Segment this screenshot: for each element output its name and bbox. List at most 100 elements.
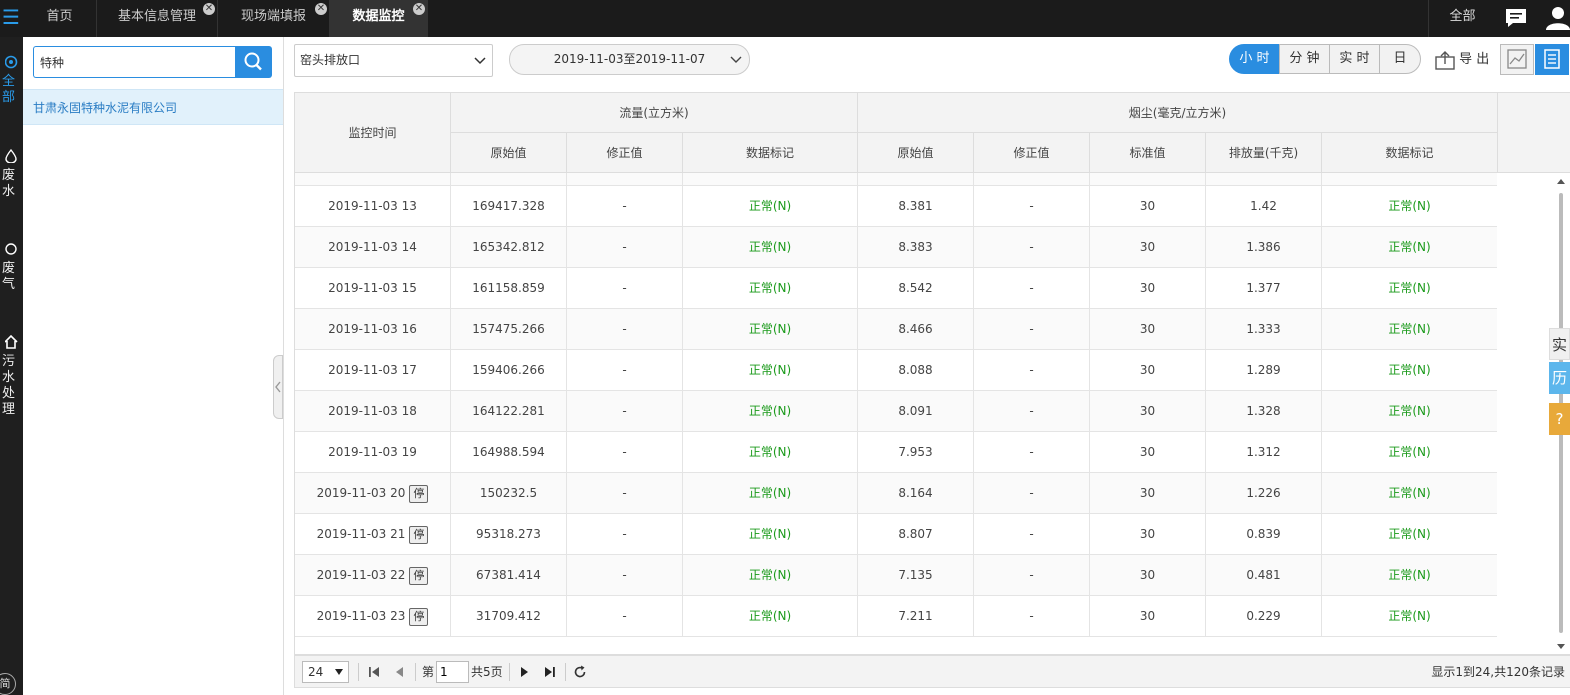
cell-text: - <box>1029 404 1034 418</box>
col-dust-fixed[interactable]: 修正值 <box>974 133 1090 173</box>
last-page-icon[interactable] <box>541 663 559 681</box>
cell-text: 150232.5 <box>479 486 538 500</box>
table-row[interactable]: 2019-11-03 23 停 31709.412 - 正常(N) 7.211 - 30 0.2… <box>295 596 1497 637</box>
tab-home[interactable]: 首页 <box>23 0 97 37</box>
cell-flow-flag: 正常(N) <box>683 309 858 349</box>
table-row[interactable]: 2019-11-03 19 164988.594 - 正常(N) 7.953 - 30 1.3… <box>295 432 1497 473</box>
cell-emission: 1.226 <box>1206 473 1322 513</box>
table-row[interactable]: 2019-11-03 22 停 67381.414 - 正常(N) 7.135 - 30 0.4… <box>295 555 1497 596</box>
nav-item-sewage[interactable]: 污 水 处 理 <box>0 334 23 418</box>
cell-dust-fix: - <box>974 514 1090 554</box>
table-row[interactable]: 2019-11-03 14 165342.812 - 正常(N) 8.383 - 30 1.3… <box>295 227 1497 268</box>
cell-flow-flag: 正常(N) <box>683 596 858 636</box>
refresh-icon[interactable] <box>571 663 589 681</box>
all-menu-button[interactable]: 全部 <box>1428 0 1496 37</box>
interval-day-button[interactable]: 日 <box>1379 44 1421 74</box>
cell-flow-raw: 95318.273 <box>451 514 567 554</box>
next-page-icon[interactable] <box>515 663 533 681</box>
float-tab-realtime[interactable]: 实 <box>1549 328 1570 360</box>
chart-view-button[interactable] <box>1500 44 1534 75</box>
cell-text: 31709.412 <box>476 609 541 623</box>
outlet-select[interactable]: 窑头排放口 <box>294 44 493 77</box>
table-row[interactable]: 2019-11-03 16 157475.266 - 正常(N) 8.466 - 30 1.3… <box>295 309 1497 350</box>
tree-item-enterprise[interactable]: 甘肃永固特种水泥有限公司 <box>23 89 283 125</box>
date-range-picker[interactable]: 2019-11-03至2019-11-07 <box>509 44 750 75</box>
cell-text: 正常(N) <box>748 568 792 582</box>
cell-text: 正常(N) <box>748 445 792 459</box>
simplified-toggle[interactable]: 简 <box>0 673 16 695</box>
col-dust-flag[interactable]: 数据标记 <box>1322 133 1498 173</box>
cell-text: 8.164 <box>898 486 933 500</box>
sidebar-collapse-handle[interactable] <box>273 355 283 419</box>
cell-text: - <box>1029 240 1034 254</box>
nav-item-all[interactable]: 全 部 <box>0 55 23 106</box>
close-icon[interactable]: ✕ <box>413 3 425 15</box>
cell-text: 正常(N) <box>748 322 792 336</box>
user-icon[interactable] <box>1546 6 1570 30</box>
table-row[interactable]: 2019-11-03 17 159406.266 - 正常(N) 8.088 - 30 1.2… <box>295 350 1497 391</box>
col-flow-flag[interactable]: 数据标记 <box>683 133 858 173</box>
cell-text: 30 <box>1139 568 1156 582</box>
col-dust-emission[interactable]: 排放量(千克) <box>1206 133 1322 173</box>
table-row[interactable]: 2019-11-03 21 停 95318.273 - 正常(N) 8.807 - 30 0.8… <box>295 514 1497 555</box>
cell-dust-raw: 8.381 <box>858 186 974 226</box>
page-size-select[interactable]: 24 <box>302 661 349 683</box>
hamburger-icon[interactable]: ☰ <box>0 0 22 37</box>
first-page-icon[interactable] <box>365 663 383 681</box>
cell-text: 0.481 <box>1246 568 1281 582</box>
cell-text: 正常(N) <box>1388 240 1431 254</box>
cell-dust-flag: 正常(N) <box>1322 473 1497 513</box>
cell-dust-flag: 正常(N) <box>1322 596 1497 636</box>
scroll-up-icon[interactable] <box>1556 177 1566 187</box>
module-nav: 全 部 废 水 废 气 污 水 处 理 简 <box>0 37 23 695</box>
table-row[interactable]: 2019-11-03 20 停 150232.5 - 正常(N) 8.164 - 30 1.22… <box>295 473 1497 514</box>
tab-label: 首页 <box>46 9 73 24</box>
tab-basic-info[interactable]: 基本信息管理 ✕ <box>97 0 218 37</box>
cell-flow-fix: - <box>567 555 683 595</box>
search-button[interactable] <box>235 46 272 78</box>
close-icon[interactable]: ✕ <box>315 3 327 15</box>
cell-text: 正常(N) <box>748 199 792 213</box>
nav-item-wastewater[interactable]: 废 水 <box>0 148 23 200</box>
cell-text: 2019-11-03 22 <box>316 568 406 582</box>
cell-text: - <box>622 486 627 500</box>
line-chart-icon <box>1507 49 1527 69</box>
interval-minute-button[interactable]: 分 钟 <box>1279 44 1330 74</box>
target-icon <box>4 55 17 69</box>
tab-field-report[interactable]: 现场端填报 ✕ <box>218 0 330 37</box>
cell-text: 30 <box>1139 404 1156 418</box>
tab-data-monitor[interactable]: 数据监控 ✕ <box>330 0 428 37</box>
export-button[interactable]: 导 出 <box>1435 46 1493 74</box>
col-dust-standard[interactable]: 标准值 <box>1090 133 1206 173</box>
cell-dust-fix: - <box>974 227 1090 267</box>
cell-text: 8.088 <box>898 363 933 377</box>
close-icon[interactable]: ✕ <box>203 3 215 15</box>
prev-page-icon[interactable] <box>391 663 409 681</box>
enterprise-search-input[interactable] <box>33 46 236 78</box>
cell-text: - <box>1029 527 1034 541</box>
scroll-down-icon[interactable] <box>1556 641 1566 651</box>
table-row[interactable]: 2019-11-03 15 161158.859 - 正常(N) 8.542 - 30 1.3… <box>295 268 1497 309</box>
float-tab-history[interactable]: 历 <box>1549 362 1570 394</box>
table-view-button[interactable] <box>1535 44 1569 75</box>
col-monitor-time[interactable]: 监控时间 <box>295 93 451 173</box>
nav-item-waste-gas[interactable]: 废 气 <box>0 242 23 293</box>
tab-label: 基本信息管理 <box>117 9 196 24</box>
cell-text: 1.226 <box>1246 486 1281 500</box>
cell-text: - <box>622 363 627 377</box>
table-row[interactable]: 2019-11-03 18 164122.281 - 正常(N) 8.091 - 30 1.3… <box>295 391 1497 432</box>
cell-flow-raw: 164122.281 <box>451 391 567 431</box>
col-dust-raw[interactable]: 原始值 <box>858 133 974 173</box>
interval-hour-button[interactable]: 小 时 <box>1229 44 1280 74</box>
cloud-icon <box>4 243 17 255</box>
col-flow-fixed[interactable]: 修正值 <box>567 133 683 173</box>
cell-text: 2019-11-03 19 <box>328 445 417 459</box>
table-row[interactable]: 2019-11-03 12177823.453-正常(N)8.384-301.4… <box>295 173 1497 186</box>
table-row[interactable]: 2019-11-03 13 169417.328 - 正常(N) 8.381 - 30 1.4… <box>295 186 1497 227</box>
help-icon[interactable]: ? <box>1549 403 1570 435</box>
col-flow-raw[interactable]: 原始值 <box>451 133 567 173</box>
interval-realtime-button[interactable]: 实 时 <box>1329 44 1380 74</box>
message-icon[interactable] <box>1505 8 1527 28</box>
cell-emission: 0.839 <box>1206 514 1322 554</box>
current-page-input[interactable] <box>436 661 469 683</box>
